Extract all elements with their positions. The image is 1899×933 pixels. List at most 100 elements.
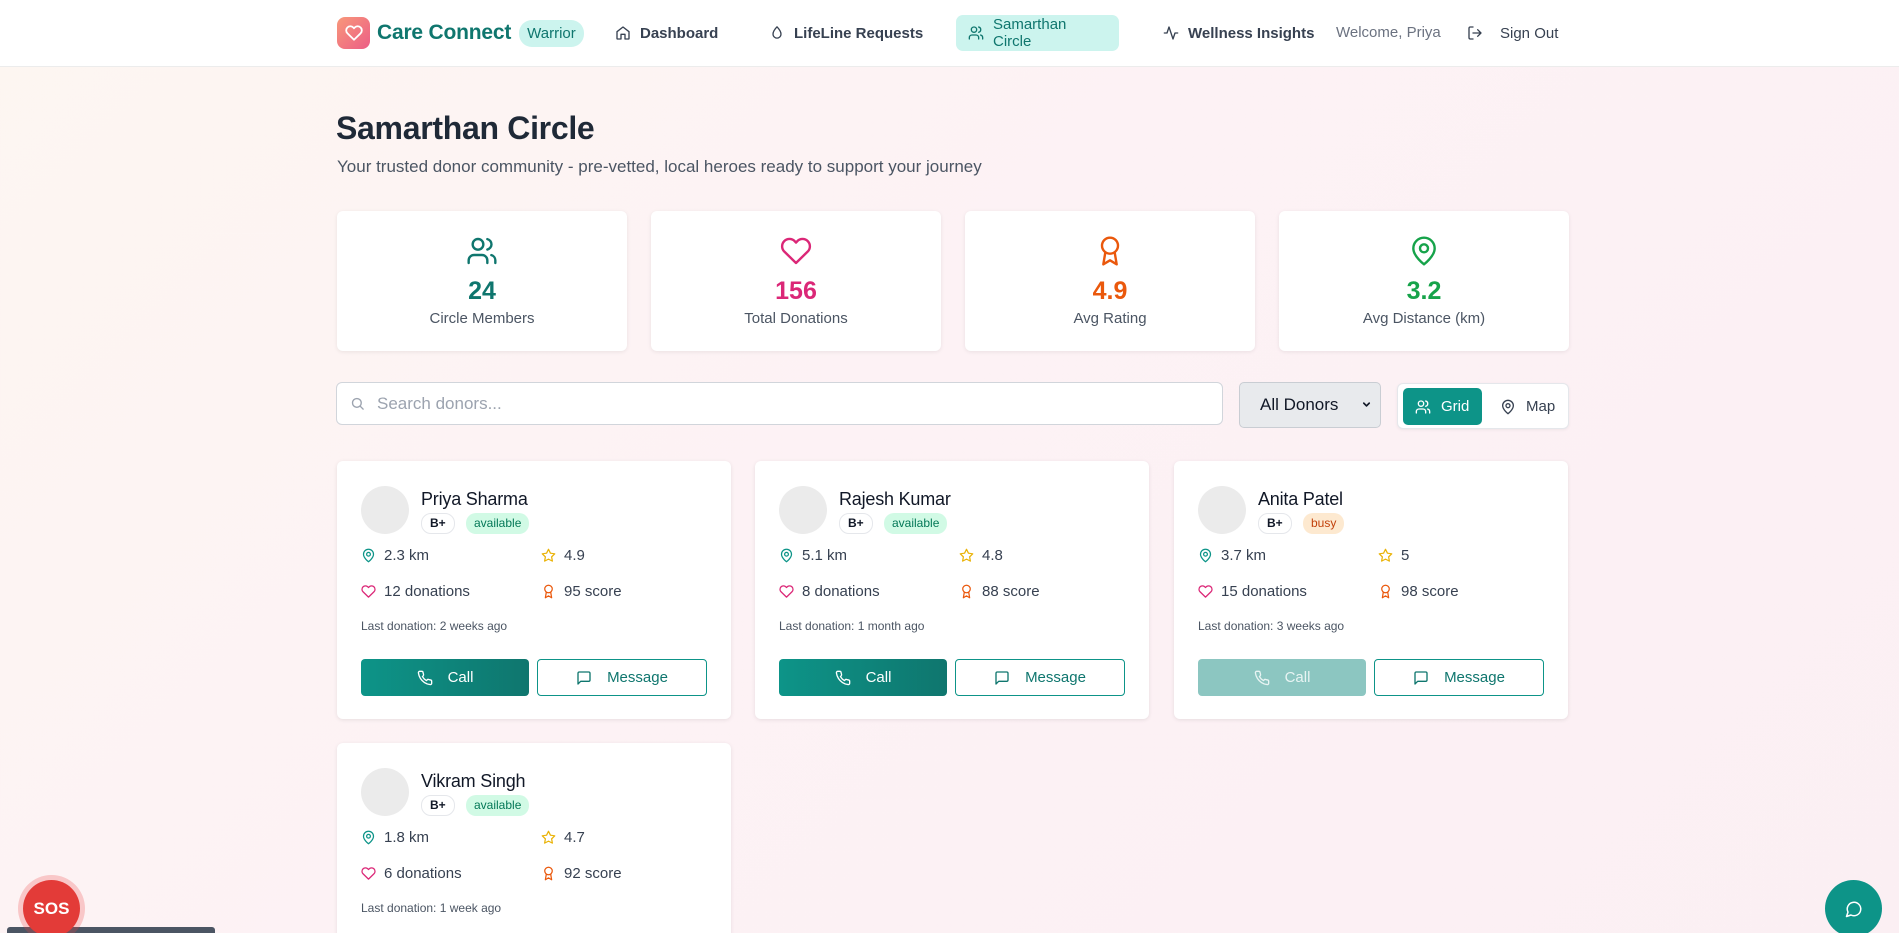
stat-card-circle-members: 24 Circle Members: [337, 211, 627, 351]
heart-icon: [361, 866, 376, 881]
donor-name: Rajesh Kumar: [839, 489, 951, 509]
call-label: Call: [865, 669, 892, 686]
award-icon: [541, 866, 556, 881]
nav-item-label: Wellness Insights: [1188, 24, 1315, 42]
filter-selected-value: All Donors: [1260, 395, 1339, 414]
phone-icon: [417, 670, 433, 686]
call-button[interactable]: Call: [361, 659, 529, 696]
view-toggle: Grid Map: [1397, 383, 1569, 429]
call-button[interactable]: Call: [1198, 659, 1366, 696]
message-icon: [1413, 670, 1429, 686]
stat-value: 4.9: [1092, 277, 1128, 305]
rating-metric: 4.9: [541, 547, 585, 564]
welcome-text: Welcome, Priya: [1336, 24, 1441, 41]
score-metric: 92 score: [541, 865, 622, 882]
blood-type-badge: B+: [1258, 513, 1292, 534]
activity-icon: [1163, 25, 1179, 41]
rating-value: 4.7: [564, 829, 585, 846]
score-metric: 98 score: [1378, 583, 1459, 600]
message-button[interactable]: Message: [537, 659, 707, 696]
donations-metric: 12 donations: [361, 583, 470, 600]
score-value: 92 score: [564, 865, 622, 882]
last-donation: Last donation: 1 month ago: [779, 619, 925, 633]
status-badge: available: [884, 513, 948, 534]
message-button[interactable]: Message: [955, 659, 1125, 696]
map-pin-icon: [779, 548, 794, 563]
sign-out-button[interactable]: Sign Out: [1467, 15, 1558, 51]
distance-value: 5.1 km: [802, 547, 848, 564]
stat-label: Avg Distance (km): [1362, 310, 1486, 327]
star-icon: [541, 548, 556, 563]
map-view-button[interactable]: Map: [1488, 388, 1567, 425]
brand[interactable]: Care Connect Warrior: [337, 17, 584, 49]
sign-out-label: Sign Out: [1500, 24, 1559, 42]
map-pin-icon: [1500, 399, 1516, 415]
status-badge: busy: [1303, 513, 1345, 534]
grid-view-label: Grid: [1441, 398, 1470, 415]
page-subtitle: Your trusted donor community - pre-vette…: [337, 157, 982, 176]
map-view-label: Map: [1526, 398, 1556, 415]
nav-item-samarthan-circle[interactable]: Samarthan Circle: [956, 15, 1119, 51]
donations-metric: 8 donations: [779, 583, 880, 600]
donor-card: Priya Sharma B+ available 2.3 km 4.9 12 …: [337, 461, 731, 719]
nav-item-wellness-insights[interactable]: Wellness Insights: [1151, 15, 1326, 51]
donor-name: Vikram Singh: [421, 771, 526, 791]
stat-label: Avg Rating: [1073, 310, 1147, 327]
donations-metric: 15 donations: [1198, 583, 1307, 600]
donations-value: 15 donations: [1221, 583, 1307, 600]
star-icon: [959, 548, 974, 563]
star-icon: [541, 830, 556, 845]
distance-metric: 3.7 km: [1198, 547, 1266, 564]
donations-value: 6 donations: [384, 865, 462, 882]
brand-name: Care Connect: [377, 21, 512, 44]
search-bar: [336, 382, 1223, 425]
distance-metric: 5.1 km: [779, 547, 847, 564]
phone-icon: [1254, 670, 1270, 686]
nav-item-label: LifeLine Requests: [794, 24, 924, 42]
distance-metric: 1.8 km: [361, 829, 429, 846]
search-icon: [350, 396, 365, 411]
stat-label: Total Donations: [744, 310, 848, 327]
message-label: Message: [1444, 669, 1505, 686]
donor-name: Anita Patel: [1258, 489, 1343, 509]
top-navbar: Care Connect Warrior Dashboard LifeLine …: [0, 0, 1899, 67]
call-button[interactable]: Call: [779, 659, 947, 696]
home-icon: [615, 25, 631, 41]
score-value: 88 score: [982, 583, 1040, 600]
last-donation: Last donation: 3 weeks ago: [1198, 619, 1345, 633]
distance-metric: 2.3 km: [361, 547, 429, 564]
nav-item-dashboard[interactable]: Dashboard: [603, 15, 730, 51]
donations-value: 12 donations: [384, 583, 470, 600]
donor-card: Rajesh Kumar B+ available 5.1 km 4.8 8 d…: [755, 461, 1149, 719]
nav-item-lifeline-requests[interactable]: LifeLine Requests: [757, 15, 935, 51]
users-icon: [968, 25, 984, 41]
status-badge: available: [466, 795, 530, 816]
search-input[interactable]: [377, 393, 1197, 414]
distance-value: 1.8 km: [384, 829, 430, 846]
rating-metric: 4.8: [959, 547, 1003, 564]
call-label: Call: [1284, 669, 1311, 686]
donor-name: Priya Sharma: [421, 489, 528, 509]
chat-button[interactable]: [1825, 880, 1882, 933]
message-button[interactable]: Message: [1374, 659, 1544, 696]
grid-view-button[interactable]: Grid: [1403, 388, 1482, 425]
stat-card-total-donations: 156 Total Donations: [651, 211, 941, 351]
donor-filter-select[interactable]: All Donors: [1239, 382, 1381, 428]
score-metric: 88 score: [959, 583, 1040, 600]
sos-button[interactable]: SOS: [23, 880, 80, 933]
users-icon: [466, 235, 498, 267]
avatar: [361, 768, 409, 816]
heart-icon: [779, 584, 794, 599]
stat-value: 156: [775, 277, 817, 305]
stat-card-avg-distance: 3.2 Avg Distance (km): [1279, 211, 1569, 351]
status-badge: available: [466, 513, 530, 534]
score-metric: 95 score: [541, 583, 622, 600]
heart-icon: [361, 584, 376, 599]
message-icon: [576, 670, 592, 686]
page-title: Samarthan Circle: [336, 110, 595, 146]
phone-icon: [835, 670, 851, 686]
heart-icon: [780, 235, 812, 267]
rating-value: 5: [1401, 547, 1410, 564]
award-icon: [1378, 584, 1393, 599]
heart-logo-icon: [337, 17, 370, 49]
